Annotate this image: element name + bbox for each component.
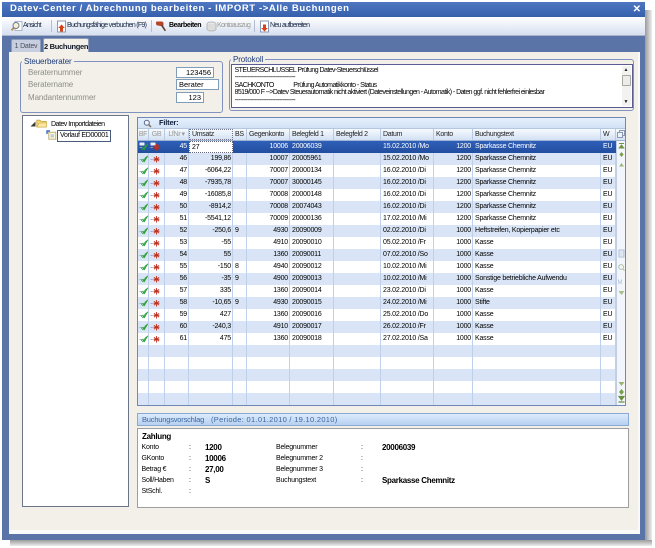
svg-text:M: M bbox=[618, 280, 623, 286]
